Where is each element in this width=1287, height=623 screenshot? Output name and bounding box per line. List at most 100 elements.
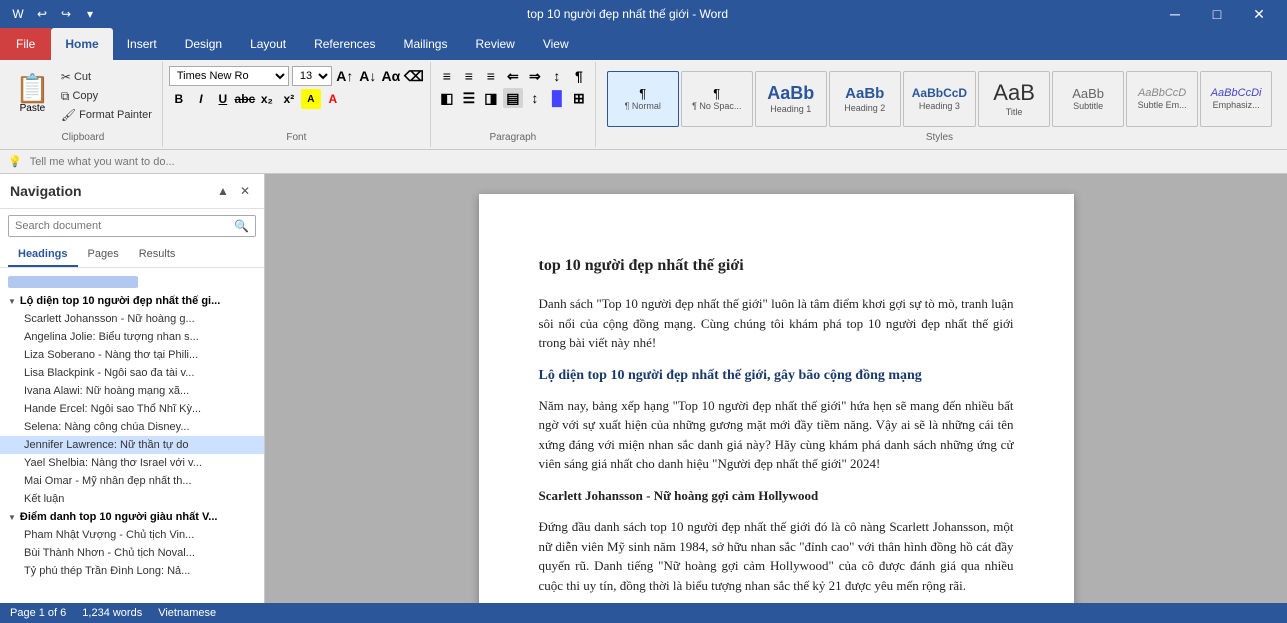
justify-btn[interactable]: ▤	[503, 88, 523, 108]
style-subtle-em[interactable]: AaBbCcD Subtle Em...	[1126, 71, 1198, 127]
underline-button[interactable]: U	[213, 89, 233, 109]
shading-btn[interactable]: █	[547, 88, 567, 108]
style-normal-preview: ¶	[639, 86, 646, 102]
text-highlight-btn[interactable]: A	[301, 89, 321, 109]
nav-item-angelina[interactable]: Angelina Jolie: Biểu tượng nhan s...	[0, 328, 264, 346]
ribbon-tabs: File Home Insert Design Layout Reference…	[0, 28, 1287, 60]
decrease-font-btn[interactable]: A↓	[358, 66, 378, 86]
redo-btn[interactable]: ↪	[56, 4, 76, 24]
tab-insert[interactable]: Insert	[113, 28, 171, 60]
nav-tab-headings[interactable]: Headings	[8, 243, 78, 267]
line-spacing-btn[interactable]: ↕	[525, 88, 545, 108]
increase-font-btn[interactable]: A↑	[335, 66, 355, 86]
nav-item-ivana[interactable]: Ivana Alawi: Nữ hoàng mạng xã...	[0, 382, 264, 400]
increase-indent-btn[interactable]: ⇒	[525, 66, 545, 86]
font-controls: Times New Ro 13 A↑ A↓ Aα ⌫ B I U abc x₂ …	[169, 66, 424, 123]
paragraph-row1: ≡ ≡ ≡ ⇐ ⇒ ↕ ¶	[437, 66, 589, 86]
nav-tab-results[interactable]: Results	[129, 243, 186, 267]
nav-item-pham-nhat[interactable]: Pham Nhật Vượng - Chủ tịch Vin...	[0, 526, 264, 544]
multilevel-btn[interactable]: ≡	[481, 66, 501, 86]
strikethrough-btn[interactable]: abc	[235, 89, 255, 109]
cut-label: Cut	[74, 71, 91, 83]
font-color-btn[interactable]: A	[323, 89, 343, 109]
decrease-indent-btn[interactable]: ⇐	[503, 66, 523, 86]
style-title[interactable]: AaB Title	[978, 71, 1050, 127]
nav-collapse-btn[interactable]: ▲	[214, 182, 232, 200]
paste-label: Paste	[20, 103, 46, 114]
tab-file[interactable]: File	[0, 28, 51, 60]
minimize-btn[interactable]: ─	[1155, 0, 1195, 28]
customize-btn[interactable]: ▾	[80, 4, 100, 24]
doc-para3: Đứng đầu danh sách top 10 người đẹp nhất…	[539, 517, 1014, 595]
nav-item-lisa[interactable]: Lisa Blackpink - Ngôi sao đa tài v...	[0, 364, 264, 382]
clear-format-btn[interactable]: ⌫	[404, 66, 424, 86]
align-center-btn[interactable]: ☰	[459, 88, 479, 108]
nav-item-jennifer[interactable]: Jennifer Lawrence: Nữ thần tự do	[0, 436, 264, 454]
doc-title: top 10 người đẹp nhất thế giới	[539, 254, 1014, 278]
nav-close-btn[interactable]: ✕	[236, 182, 254, 200]
tab-mailings[interactable]: Mailings	[389, 28, 461, 60]
maximize-btn[interactable]: □	[1197, 0, 1237, 28]
search-icon[interactable]: 🔍	[234, 219, 249, 233]
cut-button[interactable]: ✂ Cut	[57, 68, 156, 86]
nav-section-lo-dien[interactable]: ▼ Lộ diện top 10 người đẹp nhất thế gi..…	[0, 292, 264, 310]
quick-access-toolbar: W ↩ ↪ ▾	[8, 4, 100, 24]
nav-item-ty-phu[interactable]: Tỷ phú thép Trần Đình Long: Nả...	[0, 562, 264, 580]
subscript-btn[interactable]: x₂	[257, 89, 277, 109]
nav-item-bui-thanh[interactable]: Bùi Thành Nhơn - Chủ tịch Noval...	[0, 544, 264, 562]
bullets-btn[interactable]: ≡	[437, 66, 457, 86]
tab-layout[interactable]: Layout	[236, 28, 300, 60]
style-title-label: Title	[1006, 107, 1023, 117]
style-subtitle[interactable]: AaBb Subtitle	[1052, 71, 1124, 127]
tab-view[interactable]: View	[529, 28, 583, 60]
font-size-select[interactable]: 13	[292, 66, 332, 86]
copy-button[interactable]: ⧉ Copy	[57, 87, 156, 105]
nav-item-mai-omar[interactable]: Mai Omar - Mỹ nhân đẹp nhất th...	[0, 472, 264, 490]
style-heading2[interactable]: AaBb Heading 2	[829, 71, 901, 127]
numbering-btn[interactable]: ≡	[459, 66, 479, 86]
nav-item-yael[interactable]: Yael Shelbia: Nàng thơ Israel với v...	[0, 454, 264, 472]
align-right-btn[interactable]: ◨	[481, 88, 501, 108]
nav-item-scarlett[interactable]: Scarlett Johansson - Nữ hoàng g...	[0, 310, 264, 328]
paste-icon: 📋	[15, 75, 50, 103]
document-page: top 10 người đẹp nhất thế giới Danh sách…	[479, 194, 1074, 603]
sort-btn[interactable]: ↕	[547, 66, 567, 86]
bold-button[interactable]: B	[169, 89, 189, 109]
nav-section-diem-danh[interactable]: ▼ Điểm danh top 10 người giàu nhất V...	[0, 508, 264, 526]
show-marks-btn[interactable]: ¶	[569, 66, 589, 86]
style-no-space-preview: ¶	[713, 86, 720, 102]
search-input[interactable]	[15, 220, 234, 232]
style-heading1[interactable]: AaBb Heading 1	[755, 71, 827, 127]
style-no-space[interactable]: ¶ ¶ No Spac...	[681, 71, 753, 127]
cut-icon: ✂	[61, 70, 71, 84]
font-group: Times New Ro 13 A↑ A↓ Aα ⌫ B I U abc x₂ …	[163, 62, 431, 147]
change-case-btn[interactable]: Aα	[381, 66, 401, 86]
expand-icon-2: ▼	[8, 513, 16, 522]
nav-item-selena[interactable]: Selena: Nàng công chúa Disney...	[0, 418, 264, 436]
nav-item-liza[interactable]: Liza Soberano - Nàng thơ tại Phili...	[0, 346, 264, 364]
italic-button[interactable]: I	[191, 89, 211, 109]
nav-item-ket-luan[interactable]: Kết luận	[0, 490, 264, 508]
style-heading2-label: Heading 2	[844, 103, 885, 113]
expand-icon: ▼	[8, 297, 16, 306]
style-heading3[interactable]: AaBbCcD Heading 3	[903, 71, 976, 127]
borders-btn[interactable]: ⊞	[569, 88, 589, 108]
tell-me-input[interactable]	[30, 156, 1279, 168]
tab-review[interactable]: Review	[461, 28, 528, 60]
font-name-select[interactable]: Times New Ro	[169, 66, 289, 86]
undo-btn[interactable]: ↩	[32, 4, 52, 24]
tab-references[interactable]: References	[300, 28, 389, 60]
clipboard-small-buttons: ✂ Cut ⧉ Copy 🖌 Format Painter	[57, 66, 156, 124]
superscript-btn[interactable]: x²	[279, 89, 299, 109]
align-left-btn[interactable]: ◧	[437, 88, 457, 108]
nav-tab-pages[interactable]: Pages	[78, 243, 129, 267]
search-box: 🔍	[8, 215, 256, 237]
style-emphasis[interactable]: AaBbCcDi Emphasiz...	[1200, 71, 1272, 127]
tab-design[interactable]: Design	[171, 28, 236, 60]
paste-button[interactable]: 📋 Paste	[10, 66, 55, 122]
close-btn[interactable]: ✕	[1239, 0, 1279, 28]
format-painter-button[interactable]: 🖌 Format Painter	[57, 106, 156, 124]
nav-item-hande[interactable]: Hande Ercel: Ngôi sao Thổ Nhĩ Kỳ...	[0, 400, 264, 418]
tab-home[interactable]: Home	[51, 28, 112, 60]
style-normal[interactable]: ¶ ¶ Normal	[607, 71, 679, 127]
